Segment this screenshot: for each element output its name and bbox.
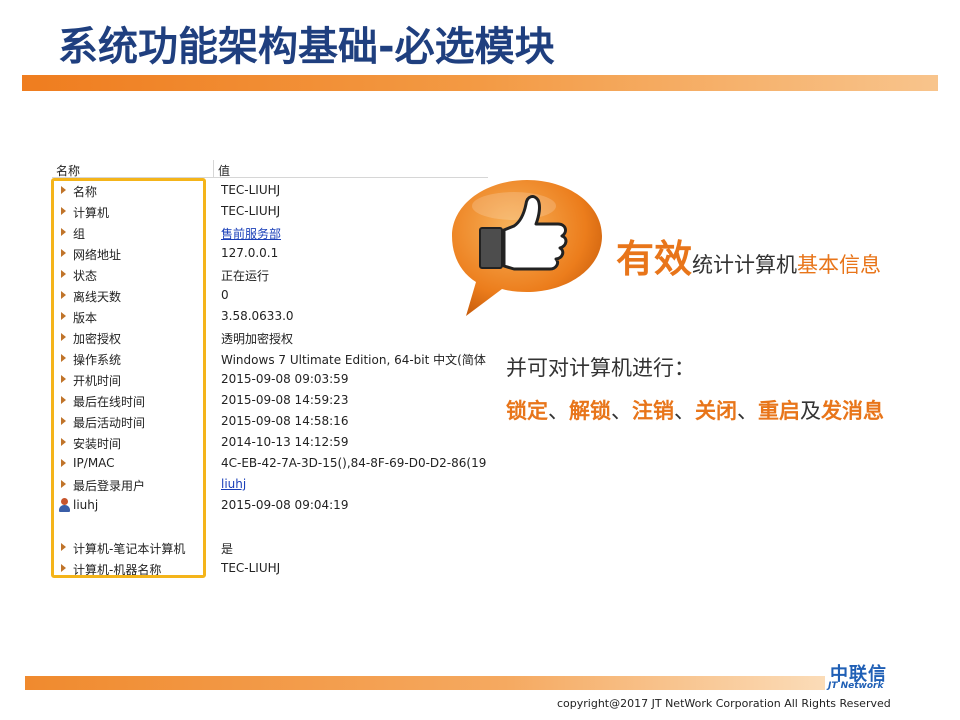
property-value: 2015-09-08 09:04:19 [221, 498, 349, 512]
property-value: 正在运行 [221, 269, 270, 283]
bottom-accent-bar [25, 676, 825, 690]
effective-accent-text: 基本信息 [797, 253, 882, 277]
operations-intro: 并可对计算机进行： [506, 356, 695, 380]
property-value: 2014-10-13 14:12:59 [221, 435, 349, 449]
column-header-value[interactable]: 值 [218, 162, 230, 179]
operations-list: 锁定、解锁、注销、关闭、重启及发消息 [506, 395, 884, 425]
column-header-name[interactable]: 名称 [56, 162, 80, 179]
and-word: 及 [800, 399, 821, 423]
property-value: 2015-09-08 14:59:23 [221, 393, 349, 407]
action-shutdown: 关闭 [695, 399, 737, 423]
thumbs-up-icon [452, 180, 602, 316]
property-value: 2015-09-08 14:58:16 [221, 414, 349, 428]
slide-title: 系统功能架构基础-必选模块 [58, 24, 555, 70]
separator: 、 [674, 399, 695, 423]
property-value: 透明加密授权 [221, 332, 294, 346]
logo-english-text: JT Network [828, 681, 884, 691]
property-value: 4C-EB-42-7A-3D-15(),84-8F-69-D0-D2-86(19… [221, 456, 487, 470]
column-separator[interactable] [213, 160, 214, 178]
property-value: 0 [221, 288, 229, 302]
property-value: 127.0.0.1 [221, 246, 279, 260]
company-logo: 中联信 JT Network [826, 660, 906, 692]
user-link[interactable]: liuhj [221, 477, 246, 491]
effective-mid-text: 统计计算机 [692, 253, 798, 277]
action-restart: 重启 [758, 399, 800, 423]
properties-header: 名称 值 [52, 160, 488, 178]
property-value: 是 [221, 542, 234, 556]
property-value: 3.58.0633.0 [221, 309, 294, 323]
action-unlock: 解锁 [569, 399, 611, 423]
property-value: TEC-LIUHJ [221, 204, 281, 218]
property-value: Windows 7 Ultimate Edition, 64-bit 中文(简体… [221, 353, 487, 367]
copyright-text: copyright@2017 JT NetWork Corporation Al… [557, 697, 891, 710]
top-accent-bar [22, 75, 938, 91]
effective-big-text: 有效 [616, 237, 693, 281]
effective-statement: 有效统计计算机基本信息 [616, 228, 881, 283]
property-value: TEC-LIUHJ [221, 183, 281, 197]
separator: 、 [737, 399, 758, 423]
action-send-message: 发消息 [821, 399, 884, 423]
action-logout: 注销 [632, 399, 674, 423]
separator: 、 [548, 399, 569, 423]
property-value: 2015-09-08 09:03:59 [221, 372, 349, 386]
property-value: TEC-LIUHJ [221, 561, 281, 575]
action-lock: 锁定 [506, 399, 548, 423]
highlight-box [51, 178, 206, 578]
group-link[interactable]: 售前服务部 [221, 225, 281, 242]
separator: 、 [611, 399, 632, 423]
